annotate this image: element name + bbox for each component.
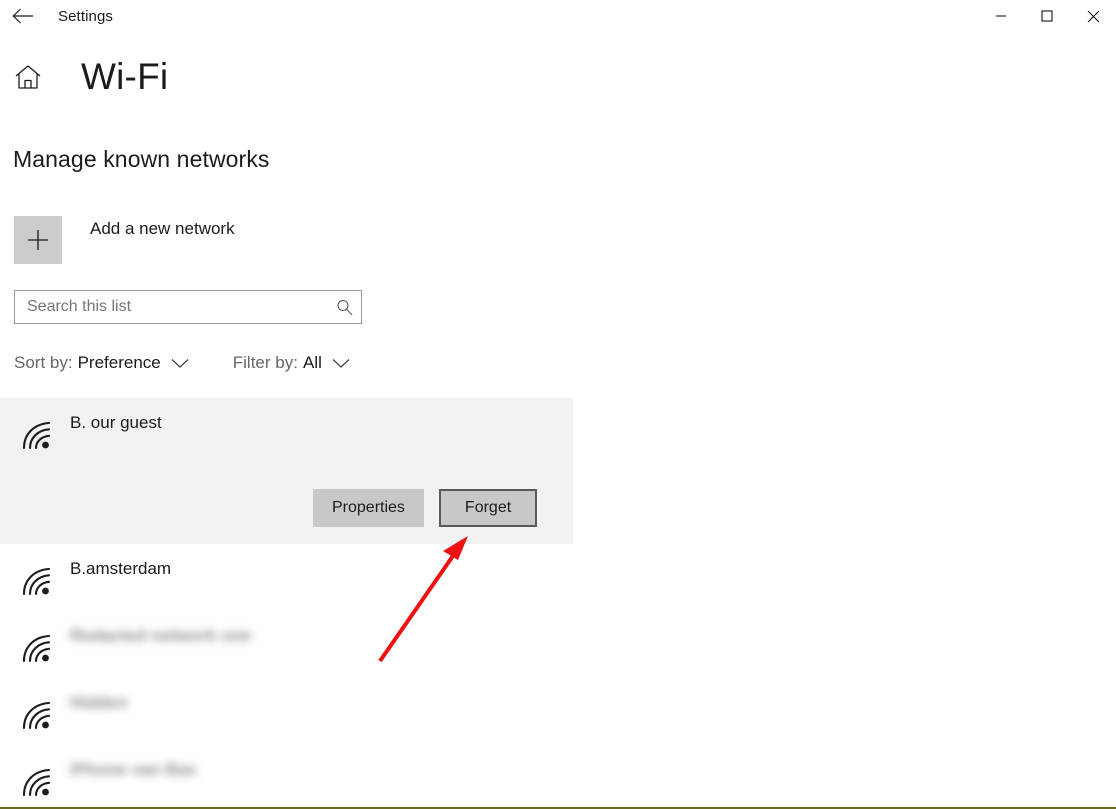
- chevron-down-icon: [332, 358, 350, 369]
- search-box[interactable]: [14, 290, 362, 324]
- forget-button[interactable]: Forget: [438, 489, 538, 527]
- maximize-button[interactable]: [1024, 0, 1070, 32]
- settings-window: Settings Wi-Fi Manage known networks Add…: [0, 0, 1116, 809]
- filter-by-dropdown[interactable]: Filter by: All: [233, 353, 350, 373]
- network-item-selected[interactable]: B. our guest Properties Forget: [0, 398, 573, 544]
- network-item[interactable]: iPhone van Bas: [0, 745, 1116, 809]
- network-name: B.amsterdam: [70, 559, 172, 578]
- plus-icon: [25, 227, 51, 253]
- network-item[interactable]: Redacted network one: [0, 611, 1116, 678]
- network-actions: Properties Forget: [313, 489, 538, 527]
- page-title: Wi-Fi: [81, 56, 169, 97]
- wifi-icon: [20, 420, 54, 450]
- network-name-redacted: Redacted network one: [70, 626, 252, 645]
- list-filters: Sort by: Preference Filter by: All: [14, 353, 350, 373]
- minimize-icon: [995, 10, 1007, 22]
- home-icon[interactable]: [14, 62, 42, 92]
- properties-button[interactable]: Properties: [313, 489, 424, 527]
- sort-by-dropdown[interactable]: Sort by: Preference: [14, 353, 189, 373]
- window-title: Settings: [58, 7, 113, 25]
- close-button[interactable]: [1070, 0, 1116, 32]
- maximize-icon: [1041, 10, 1053, 22]
- title-bar: Settings: [0, 0, 1116, 32]
- filter-by-value: All: [302, 353, 322, 372]
- network-item[interactable]: Hidden: [0, 678, 1116, 745]
- chevron-down-icon: [171, 358, 189, 369]
- known-networks-list: B. our guest Properties Forget B.amsterd…: [0, 398, 1116, 809]
- wifi-icon: [20, 700, 54, 730]
- search-icon[interactable]: [327, 291, 361, 323]
- filter-by-label: Filter by:: [232, 353, 298, 372]
- window-controls: [978, 0, 1116, 32]
- close-icon: [1087, 10, 1100, 23]
- page-header: Wi-Fi: [14, 58, 168, 95]
- add-network-button[interactable]: [14, 216, 62, 264]
- wifi-icon: [20, 566, 54, 596]
- wifi-icon: [20, 633, 54, 663]
- network-name: B. our guest: [70, 413, 162, 432]
- network-item[interactable]: B.amsterdam: [0, 544, 1116, 611]
- back-arrow-icon: [12, 8, 34, 24]
- minimize-button[interactable]: [978, 0, 1024, 32]
- section-title: Manage known networks: [13, 146, 270, 172]
- sort-by-value: Preference: [77, 353, 161, 372]
- search-input[interactable]: [15, 298, 327, 316]
- network-name-redacted: iPhone van Bas: [70, 760, 197, 779]
- add-new-network-row[interactable]: Add a new network: [14, 216, 235, 264]
- back-button[interactable]: [0, 0, 46, 32]
- network-name-redacted: Hidden: [70, 693, 128, 712]
- add-network-label: Add a new network: [90, 219, 235, 238]
- sort-by-label: Sort by:: [14, 353, 73, 372]
- wifi-icon: [20, 767, 54, 797]
